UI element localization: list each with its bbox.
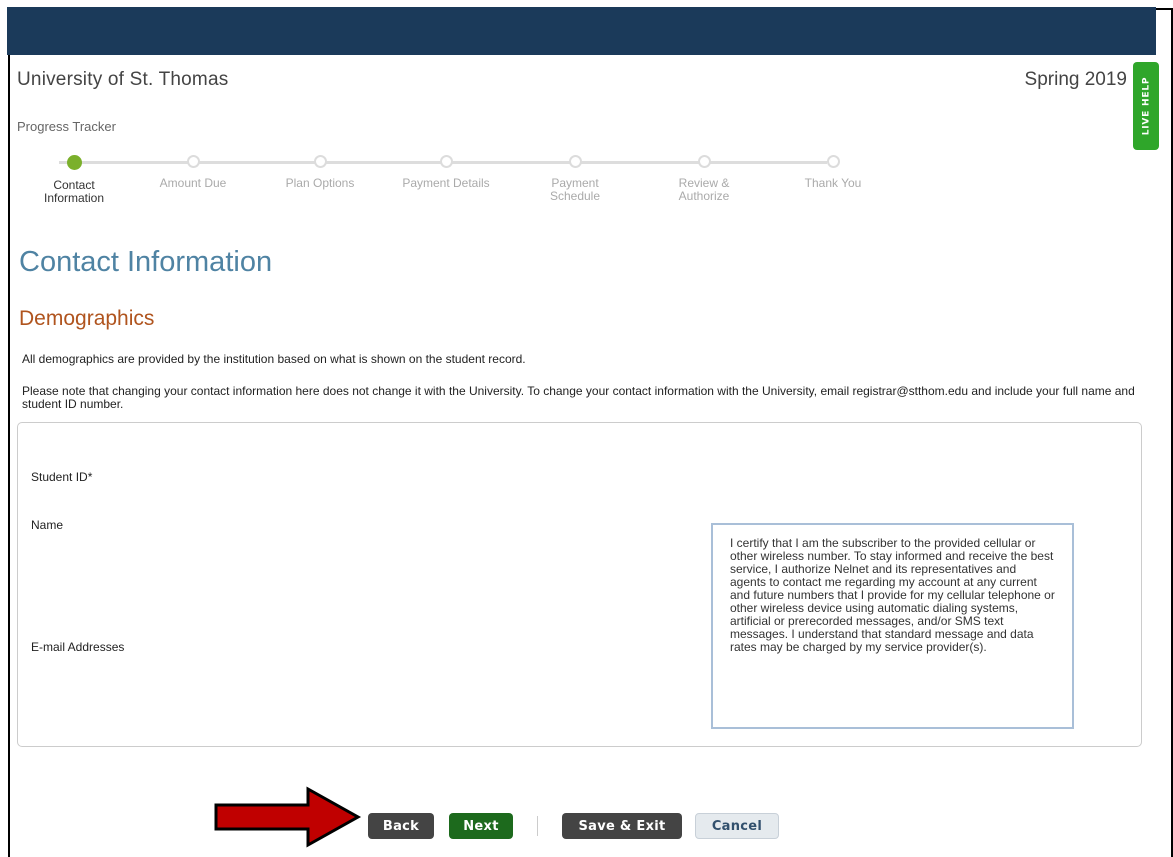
next-button[interactable]: Next — [449, 813, 513, 839]
page-title: Contact Information — [19, 246, 273, 278]
step-thank-you: Thank You — [783, 155, 883, 190]
name-label: Name — [31, 518, 64, 532]
step-amount-due: Amount Due — [143, 155, 243, 190]
email-addresses-label: E-mail Addresses — [31, 640, 125, 654]
step-label: Payment Schedule — [549, 176, 601, 203]
annotation-arrow-icon — [214, 786, 362, 848]
school-name: University of St. Thomas — [17, 69, 229, 90]
save-exit-button[interactable]: Save & Exit — [562, 813, 682, 839]
back-button[interactable]: Back — [368, 813, 434, 839]
step-payment-schedule: Payment Schedule — [525, 155, 625, 203]
step-label: Plan Options — [285, 176, 355, 190]
form-actions: Back Next Save & Exit Cancel — [368, 813, 779, 839]
step-label: Payment Details — [402, 176, 490, 190]
step-dot-icon — [568, 155, 582, 168]
step-review-authorize: Review & Authorize — [654, 155, 754, 203]
step-plan-options: Plan Options — [270, 155, 370, 190]
section-title: Demographics — [19, 307, 155, 330]
step-dot-icon — [697, 155, 711, 168]
demographics-note: Please note that changing your contact i… — [22, 384, 1135, 411]
student-id-label: Student ID* — [31, 470, 93, 484]
step-label: Thank You — [804, 176, 862, 190]
actions-divider — [537, 816, 538, 836]
step-dot-icon — [186, 155, 200, 168]
step-label: Amount Due — [159, 176, 227, 190]
live-help-tab[interactable]: LIVE HELP — [1133, 62, 1159, 150]
header-bar — [7, 7, 1156, 55]
progress-tracker-title: Progress Tracker — [17, 119, 116, 134]
step-dot-icon — [826, 155, 840, 168]
step-contact-information: Contact Information — [24, 155, 124, 205]
step-active-dot-icon — [66, 155, 82, 170]
step-label: Review & Authorize — [678, 176, 730, 203]
cancel-button[interactable]: Cancel — [695, 813, 779, 839]
step-label: Contact Information — [43, 178, 105, 205]
sms-consent-text: I certify that I am the subscriber to th… — [711, 523, 1074, 729]
step-dot-icon — [439, 155, 453, 168]
live-help-label: LIVE HELP — [1141, 76, 1152, 136]
step-payment-details: Payment Details — [396, 155, 496, 190]
demographics-intro: All demographics are provided by the ins… — [22, 352, 526, 366]
term-label: Spring 2019 — [1024, 69, 1127, 90]
step-dot-icon — [313, 155, 327, 168]
